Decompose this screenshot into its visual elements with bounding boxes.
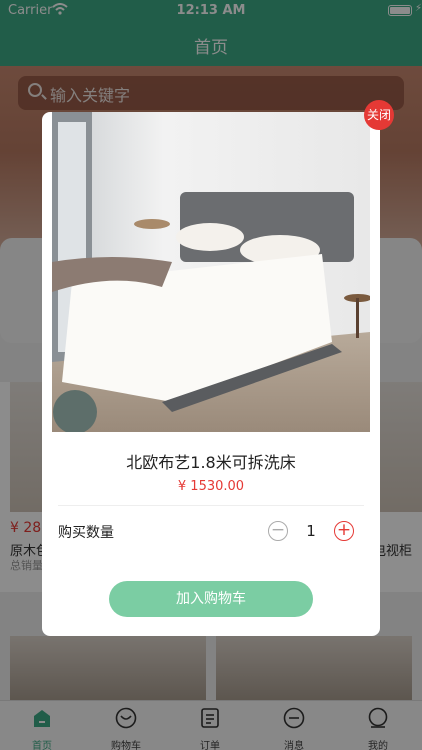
close-button[interactable]: 关闭 (364, 100, 394, 130)
divider (58, 505, 364, 506)
product-image (52, 112, 372, 434)
increase-quantity-button[interactable]: + (334, 521, 354, 541)
product-price: ¥ 1530.00 (177, 479, 245, 494)
quantity-value: 1 (306, 522, 316, 540)
product-name: 北欧布艺1.8米可拆洗床 (126, 453, 296, 472)
decrease-quantity-button[interactable]: − (268, 521, 288, 541)
add-to-cart-button[interactable]: 加入购物车 (109, 581, 313, 617)
product-modal: 北欧布艺1.8米可拆洗床 ¥ 1530.00 购买数量 − 1 + 加入购物车 (42, 112, 380, 636)
quantity-label: 购买数量 (58, 525, 114, 541)
